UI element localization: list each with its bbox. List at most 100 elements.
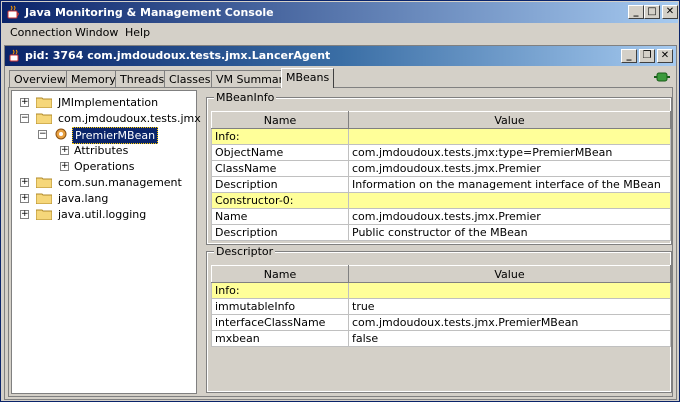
cell-value[interactable]: com.jmdoudoux.tests.jmx:type=PremierMBea…: [348, 144, 671, 161]
internal-frame: pid: 3764 com.jmdoudoux.tests.jmx.Lancer…: [4, 45, 677, 400]
cell-name[interactable]: Constructor-0:: [211, 192, 349, 209]
tree-label: com.sun.management: [58, 176, 182, 189]
mbeaninfo-label: MBeanInfo: [214, 91, 277, 104]
table-row[interactable]: Name com.jmdoudoux.tests.jmx.Premier: [211, 208, 671, 225]
cell-value[interactable]: [348, 192, 671, 209]
tree-node-java-util-logging[interactable]: + java.util.logging: [16, 207, 186, 223]
cell-name[interactable]: ObjectName: [211, 144, 349, 161]
collapse-icon[interactable]: −: [38, 130, 47, 139]
table-row[interactable]: immutableInfo true: [211, 298, 671, 315]
menu-window[interactable]: Window: [75, 26, 118, 39]
collapse-icon[interactable]: −: [20, 114, 29, 123]
cell-value[interactable]: true: [348, 298, 671, 315]
tree-label: Operations: [74, 160, 135, 173]
mbean-icon: [55, 128, 67, 140]
tree-label: java.util.logging: [58, 208, 147, 221]
connection-status-icon[interactable]: [654, 70, 670, 84]
tree-node-java-lang[interactable]: + java.lang: [16, 191, 186, 207]
cell-name[interactable]: Description: [211, 224, 349, 241]
mbean-detail-panel: MBeanInfo Name Value Info: ObjectName com.…: [205, 90, 672, 394]
expand-icon[interactable]: +: [20, 194, 29, 203]
table-row[interactable]: Info:: [211, 282, 671, 299]
table-row[interactable]: ObjectName com.jmdoudoux.tests.jmx:type=P…: [211, 144, 671, 161]
cell-name[interactable]: Info:: [211, 282, 349, 299]
menu-bar: Connection Window Help: [2, 23, 678, 42]
main-window: Java Monitoring & Management Console _ □…: [0, 0, 680, 402]
internal-frame-titlebar[interactable]: pid: 3764 com.jmdoudoux.tests.jmx.Lancer…: [5, 46, 676, 66]
column-header-value[interactable]: Value: [348, 111, 671, 129]
java-cup-icon: [9, 49, 19, 62]
window-titlebar[interactable]: Java Monitoring & Management Console _ □…: [2, 2, 678, 23]
descriptor-label: Descriptor: [214, 245, 276, 258]
cell-name[interactable]: mxbean: [211, 330, 349, 347]
descriptor-table: Name Value Info: immutableInfo true interfa…: [211, 265, 671, 347]
folder-icon: [36, 193, 52, 204]
expand-icon[interactable]: +: [20, 98, 29, 107]
expand-icon[interactable]: +: [20, 178, 29, 187]
column-header-value[interactable]: Value: [348, 265, 671, 283]
open-folder-icon: [36, 113, 52, 124]
java-cup-icon: [7, 5, 19, 19]
tree-node-jmimplementation[interactable]: + JMImplementation: [16, 95, 186, 111]
tab-threads[interactable]: Threads: [115, 70, 170, 87]
tree-label: JMImplementation: [58, 96, 159, 109]
close-button[interactable]: ✕: [662, 5, 678, 19]
cell-value[interactable]: [348, 282, 671, 299]
table-row[interactable]: ClassName com.jmdoudoux.tests.jmx.Premier: [211, 160, 671, 177]
mbeaninfo-group: MBeanInfo Name Value Info: ObjectName com.…: [206, 91, 672, 245]
connection-title: pid: 3764 com.jmdoudoux.tests.jmx.Lancer…: [25, 49, 331, 62]
mbean-tree: + JMImplementation − com.jmdoudoux.tests…: [11, 90, 201, 394]
cell-value[interactable]: false: [348, 330, 671, 347]
tab-overview[interactable]: Overview: [9, 70, 71, 87]
cell-value[interactable]: com.jmdoudoux.tests.jmx.Premier: [348, 208, 671, 225]
folder-icon: [36, 97, 52, 108]
table-row[interactable]: Description Information on the management…: [211, 176, 671, 193]
frame-close-button[interactable]: ✕: [657, 49, 673, 63]
tab-bar: Overview Memory Threads Classes VM Summa…: [9, 68, 669, 88]
cell-name[interactable]: Name: [211, 208, 349, 225]
cell-value[interactable]: Public constructor of the MBean: [348, 224, 671, 241]
table-row[interactable]: interfaceClassName com.jmdoudoux.tests.jm…: [211, 314, 671, 331]
tree-label: com.jmdoudoux.tests.jmx: [58, 112, 201, 125]
minimize-button[interactable]: _: [628, 5, 644, 19]
mbeans-panel: + JMImplementation − com.jmdoudoux.tests…: [8, 87, 673, 397]
tree-node-premiermbean[interactable]: − PremierMBean: [34, 127, 184, 144]
tree-node-attributes[interactable]: + Attributes: [56, 143, 176, 159]
table-row[interactable]: mxbean false: [211, 330, 671, 347]
folder-icon: [36, 177, 52, 188]
column-header-name[interactable]: Name: [211, 265, 349, 283]
tree-node-operations[interactable]: + Operations: [56, 159, 176, 175]
expand-icon[interactable]: +: [60, 146, 69, 155]
menu-connection[interactable]: Connection: [10, 26, 72, 39]
maximize-button[interactable]: □: [644, 5, 660, 19]
tab-memory[interactable]: Memory: [66, 70, 121, 87]
tab-mbeans[interactable]: MBeans: [281, 68, 335, 88]
frame-minimize-button[interactable]: _: [621, 49, 637, 63]
descriptor-group: Descriptor Name Value Info: immutableInfo…: [206, 245, 672, 393]
table-row[interactable]: Constructor-0:: [211, 192, 671, 209]
cell-name[interactable]: interfaceClassName: [211, 314, 349, 331]
tree-label: java.lang: [58, 192, 109, 205]
column-header-name[interactable]: Name: [211, 111, 349, 129]
menu-help[interactable]: Help: [125, 26, 150, 39]
tab-classes[interactable]: Classes: [164, 70, 216, 87]
cell-value[interactable]: com.jmdoudoux.tests.jmx.Premier: [348, 160, 671, 177]
tree-label-selected: PremierMBean: [72, 127, 159, 144]
tree-node-sun-management[interactable]: + com.sun.management: [16, 175, 186, 191]
frame-restore-button[interactable]: ❐: [639, 49, 655, 63]
cell-name[interactable]: immutableInfo: [211, 298, 349, 315]
tree-label: Attributes: [74, 144, 129, 157]
cell-name[interactable]: Description: [211, 176, 349, 193]
cell-name[interactable]: Info:: [211, 128, 349, 145]
table-row[interactable]: Info:: [211, 128, 671, 145]
tree-node-jmdoudoux[interactable]: − com.jmdoudoux.tests.jmx: [16, 111, 201, 127]
cell-name[interactable]: ClassName: [211, 160, 349, 177]
expand-icon[interactable]: +: [20, 210, 29, 219]
split-pane-divider[interactable]: [199, 90, 203, 394]
cell-value[interactable]: com.jmdoudoux.tests.jmx.PremierMBean: [348, 314, 671, 331]
cell-value[interactable]: [348, 128, 671, 145]
folder-icon: [36, 209, 52, 220]
cell-value[interactable]: Information on the management interface …: [348, 176, 671, 193]
expand-icon[interactable]: +: [60, 162, 69, 171]
table-row[interactable]: Description Public constructor of the MBe…: [211, 224, 671, 241]
